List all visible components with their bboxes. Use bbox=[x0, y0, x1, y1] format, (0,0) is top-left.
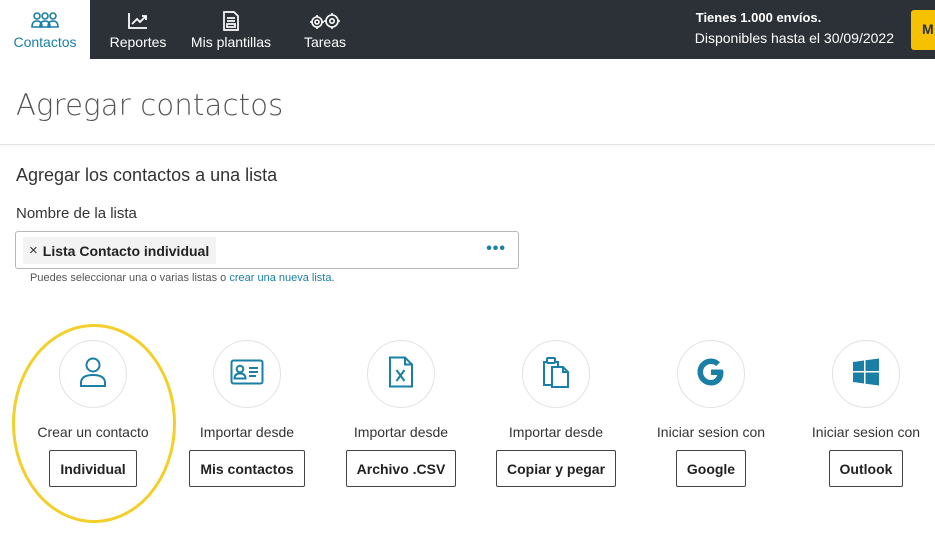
remove-tag-icon[interactable]: × bbox=[29, 242, 38, 259]
clipboard-icon bbox=[541, 356, 571, 393]
option-caption: Iniciar sesion con bbox=[811, 424, 921, 440]
option-outlook: Iniciar sesion con Outlook bbox=[791, 340, 935, 487]
list-name-label: Nombre de la lista bbox=[16, 205, 137, 222]
option-caption: Crear un contacto bbox=[37, 424, 149, 440]
option-caption: Importar desde bbox=[199, 424, 295, 440]
help-text: Puedes seleccionar una o varias listas o… bbox=[30, 272, 335, 284]
excel-file-icon bbox=[388, 356, 414, 393]
envios-expiry: Disponibles hasta el 30/09/2022 bbox=[694, 30, 894, 46]
mis-contactos-button[interactable]: Mis contactos bbox=[189, 450, 305, 487]
top-navbar: Contactos Reportes Mis plantillas Tareas… bbox=[0, 0, 935, 59]
option-icon-circle[interactable] bbox=[677, 340, 745, 408]
nav-label: Reportes bbox=[109, 33, 167, 50]
google-button[interactable]: Google bbox=[675, 450, 747, 487]
divider bbox=[0, 144, 935, 145]
outlook-button[interactable]: Outlook bbox=[828, 450, 904, 487]
nav-label: Contactos bbox=[13, 33, 77, 50]
section-title: Agregar los contactos a una lista bbox=[16, 165, 278, 185]
option-icon-circle[interactable] bbox=[59, 340, 127, 408]
help-text-end: . bbox=[331, 272, 335, 284]
option-mis-contactos: Importar desde Mis contactos bbox=[172, 340, 322, 487]
option-icon-circle[interactable] bbox=[522, 340, 590, 408]
selected-list-label: Lista Contacto individual bbox=[42, 242, 210, 259]
nav-label: Mis plantillas bbox=[190, 33, 272, 50]
nav-contactos[interactable]: Contactos bbox=[0, 0, 90, 59]
option-individual: Crear un contacto Individual bbox=[18, 340, 168, 487]
copiar-pegar-button[interactable]: Copiar y pegar bbox=[495, 450, 617, 487]
envios-count: Tienes 1.000 envíos. bbox=[695, 10, 822, 25]
contact-card-icon bbox=[230, 359, 264, 390]
windows-icon bbox=[852, 358, 880, 391]
option-caption: Iniciar sesion con bbox=[656, 424, 766, 440]
option-caption: Importar desde bbox=[508, 424, 604, 440]
user-icon bbox=[79, 356, 107, 393]
nav-reportes[interactable]: Reportes bbox=[98, 0, 178, 59]
chart-icon bbox=[127, 10, 149, 32]
template-icon bbox=[222, 10, 240, 32]
option-icon-circle[interactable] bbox=[367, 340, 435, 408]
option-copiar-pegar: Importar desde Copiar y pegar bbox=[481, 340, 631, 487]
envios-info: Tienes 1.000 envíos. Disponibles hasta e… bbox=[695, 10, 894, 46]
more-options-icon[interactable]: ••• bbox=[486, 241, 506, 257]
option-caption: Importar desde bbox=[353, 424, 449, 440]
nav-label: Tareas bbox=[303, 33, 347, 50]
page-title: Agregar contactos bbox=[16, 88, 284, 122]
individual-button[interactable]: Individual bbox=[49, 450, 137, 487]
nav-mis-plantillas[interactable]: Mis plantillas bbox=[184, 0, 278, 59]
archivo-csv-button[interactable]: Archivo .CSV bbox=[345, 450, 457, 487]
google-icon bbox=[696, 357, 726, 392]
users-icon bbox=[31, 10, 59, 32]
gears-icon bbox=[309, 10, 341, 32]
help-text-body: Puedes seleccionar una o varias listas o bbox=[30, 272, 230, 284]
option-icon-circle[interactable] bbox=[832, 340, 900, 408]
account-button[interactable]: M bbox=[911, 10, 935, 50]
list-select-field[interactable]: × Lista Contacto individual ••• bbox=[15, 231, 519, 269]
option-google: Iniciar sesion con Google bbox=[636, 340, 786, 487]
option-icon-circle[interactable] bbox=[213, 340, 281, 408]
selected-list-tag: × Lista Contacto individual bbox=[23, 237, 217, 264]
nav-tareas[interactable]: Tareas bbox=[290, 0, 360, 59]
option-archivo-csv: Importar desde Archivo .CSV bbox=[326, 340, 476, 487]
create-list-link[interactable]: crear una nueva lista bbox=[229, 272, 331, 284]
